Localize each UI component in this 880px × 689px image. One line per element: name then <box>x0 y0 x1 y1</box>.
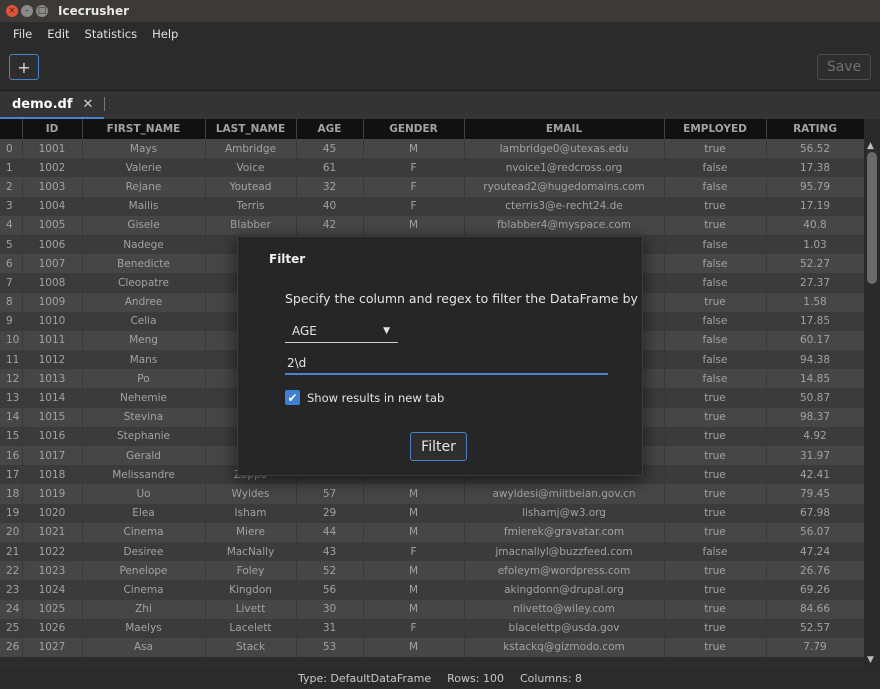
window-maximize-button[interactable]: □ <box>36 5 48 17</box>
filter-dialog: Filter Specify the column and regex to f… <box>237 236 643 476</box>
menu-bar: File Edit Statistics Help <box>0 22 880 46</box>
show-new-tab-label[interactable]: Show results in new tab <box>307 391 444 405</box>
window-close-button[interactable]: × <box>6 5 18 17</box>
tab-label: demo.df <box>12 96 73 112</box>
window-minimize-button[interactable]: – <box>21 5 33 17</box>
menu-statistics[interactable]: Statistics <box>85 27 138 41</box>
title-bar: × – □ Icecrusher <box>0 0 880 22</box>
status-columns: Columns: 8 <box>519 671 583 685</box>
checkmark-icon: ✔ <box>287 390 298 405</box>
show-new-tab-checkbox[interactable]: ✔ <box>285 390 300 405</box>
menu-file[interactable]: File <box>13 27 32 41</box>
menu-help[interactable]: Help <box>152 27 178 41</box>
plus-icon: + <box>17 57 31 77</box>
scroll-down-icon[interactable]: ▼ <box>867 655 874 665</box>
window-title: Icecrusher <box>58 4 130 18</box>
dialog-description: Specify the column and regex to filter t… <box>285 291 638 306</box>
column-select-value: AGE <box>292 324 317 338</box>
add-button[interactable]: + <box>9 54 39 80</box>
menu-edit[interactable]: Edit <box>47 27 69 41</box>
toolbar: + Save <box>0 46 880 90</box>
tab-divider <box>104 97 105 111</box>
vertical-scrollbar[interactable]: ▲ ▼ <box>864 119 880 667</box>
chevron-down-icon: ▼ <box>383 326 390 336</box>
tab-bar: demo.df ✕ <box>0 90 880 119</box>
status-rows: Rows: 100 <box>447 671 504 685</box>
scrollbar-thumb[interactable] <box>867 152 877 284</box>
status-bar: Type: DefaultDataFrame Rows: 100 Columns… <box>0 667 880 689</box>
filter-button[interactable]: Filter <box>410 432 467 461</box>
dialog-title: Filter <box>269 252 306 266</box>
status-type: Type: DefaultDataFrame <box>297 671 432 685</box>
tab-demo-df[interactable]: demo.df ✕ <box>0 91 104 119</box>
scroll-up-icon[interactable]: ▲ <box>867 141 874 151</box>
save-button[interactable]: Save <box>817 54 871 80</box>
regex-input[interactable] <box>285 353 608 375</box>
column-select[interactable]: AGE ▼ <box>285 321 398 343</box>
close-icon[interactable]: ✕ <box>83 97 94 112</box>
